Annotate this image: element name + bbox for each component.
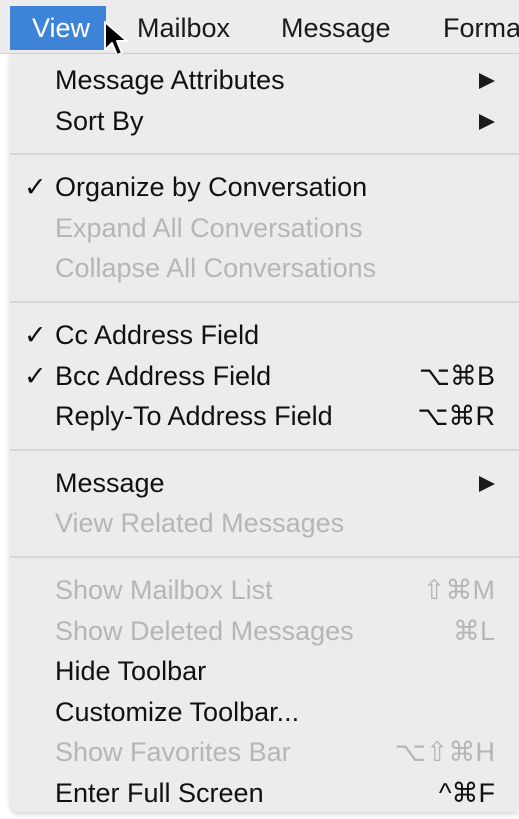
menu-item-reply-to-address-field[interactable]: Reply-To Address Field ⌥⌘R bbox=[10, 396, 519, 436]
menu-item-message[interactable]: Message bbox=[10, 463, 519, 503]
menu-item-label: Customize Toolbar... bbox=[55, 696, 300, 727]
menu-item-label: Show Mailbox List bbox=[55, 575, 273, 605]
keyboard-shortcut: ⌘L bbox=[452, 615, 495, 646]
menu-bar: View Mailbox Message Forma bbox=[0, 0, 519, 56]
menu-item-bcc-address-field[interactable]: ✓ Bcc Address Field ⌥⌘B bbox=[10, 356, 519, 396]
menu-item-cc-address-field[interactable]: ✓ Cc Address Field bbox=[10, 315, 519, 355]
menubar-item-format[interactable]: Forma bbox=[443, 6, 519, 50]
keyboard-shortcut: ⌥⌘B bbox=[418, 360, 495, 391]
menu-item-enter-full-screen[interactable]: Enter Full Screen ^⌘F bbox=[10, 773, 519, 813]
submenu-triangle-icon bbox=[479, 475, 495, 492]
menubar-item-view[interactable]: View bbox=[10, 6, 107, 50]
menu-item-show-deleted-messages: Show Deleted Messages ⌘L bbox=[10, 611, 519, 651]
checkmark-icon: ✓ bbox=[24, 320, 47, 350]
menu-item-label: Collapse All Conversations bbox=[55, 253, 377, 284]
checkmark-icon: ✓ bbox=[24, 360, 47, 391]
menubar-item-mailbox[interactable]: Mailbox bbox=[137, 6, 230, 50]
keyboard-shortcut: ^⌘F bbox=[438, 778, 495, 808]
submenu-triangle-icon bbox=[479, 113, 495, 130]
arrow-pointer-icon bbox=[104, 21, 128, 56]
menu-item-label: Message bbox=[55, 467, 165, 498]
menu-item-label: Message Attributes bbox=[55, 65, 285, 95]
menu-item-collapse-all-conversations: Collapse All Conversations bbox=[10, 248, 519, 288]
menu-item-customize-toolbar[interactable]: Customize Toolbar... bbox=[10, 692, 519, 732]
menu-item-view-related-messages: View Related Messages bbox=[10, 503, 519, 543]
menu-item-expand-all-conversations: Expand All Conversations bbox=[10, 208, 519, 248]
menu-item-hide-toolbar[interactable]: Hide Toolbar bbox=[10, 651, 519, 691]
menu-item-label: Sort By bbox=[55, 105, 144, 136]
menu-separator bbox=[10, 153, 519, 156]
menubar-item-message[interactable]: Message bbox=[281, 6, 391, 50]
keyboard-shortcut: ⌥⇧⌘H bbox=[394, 737, 495, 768]
menu-item-label: Expand All Conversations bbox=[55, 212, 363, 243]
keyboard-shortcut: ⇧⌘M bbox=[422, 575, 495, 605]
menu-item-show-mailbox-list: Show Mailbox List ⇧⌘M bbox=[10, 570, 519, 610]
menu-separator bbox=[10, 448, 519, 451]
menu-item-label: Hide Toolbar bbox=[55, 656, 207, 687]
view-menu-dropdown: Message Attributes Sort By ✓ Organize by Co… bbox=[10, 54, 519, 812]
menu-item-label: Cc Address Field bbox=[55, 320, 260, 350]
menu-item-label: Enter Full Screen bbox=[55, 778, 264, 808]
menu-item-organize-by-conversation[interactable]: ✓ Organize by Conversation bbox=[10, 167, 519, 207]
menu-item-sort-by[interactable]: Sort By bbox=[10, 101, 519, 141]
menu-separator bbox=[10, 556, 519, 558]
submenu-triangle-icon bbox=[479, 73, 495, 89]
checkmark-icon: ✓ bbox=[24, 172, 47, 203]
menu-item-label: Show Deleted Messages bbox=[55, 615, 354, 646]
menu-item-label: Organize by Conversation bbox=[55, 172, 368, 203]
menu-item-label: Show Favorites Bar bbox=[55, 737, 291, 768]
menu-item-label: Bcc Address Field bbox=[55, 360, 272, 391]
menu-item-label: Reply-To Address Field bbox=[55, 401, 333, 432]
menu-item-label: View Related Messages bbox=[55, 508, 345, 539]
menu-item-show-favorites-bar: Show Favorites Bar ⌥⇧⌘H bbox=[10, 732, 519, 772]
keyboard-shortcut: ⌥⌘R bbox=[417, 401, 495, 432]
menu-item-message-attributes[interactable]: Message Attributes bbox=[10, 60, 519, 100]
menu-separator bbox=[10, 301, 519, 303]
